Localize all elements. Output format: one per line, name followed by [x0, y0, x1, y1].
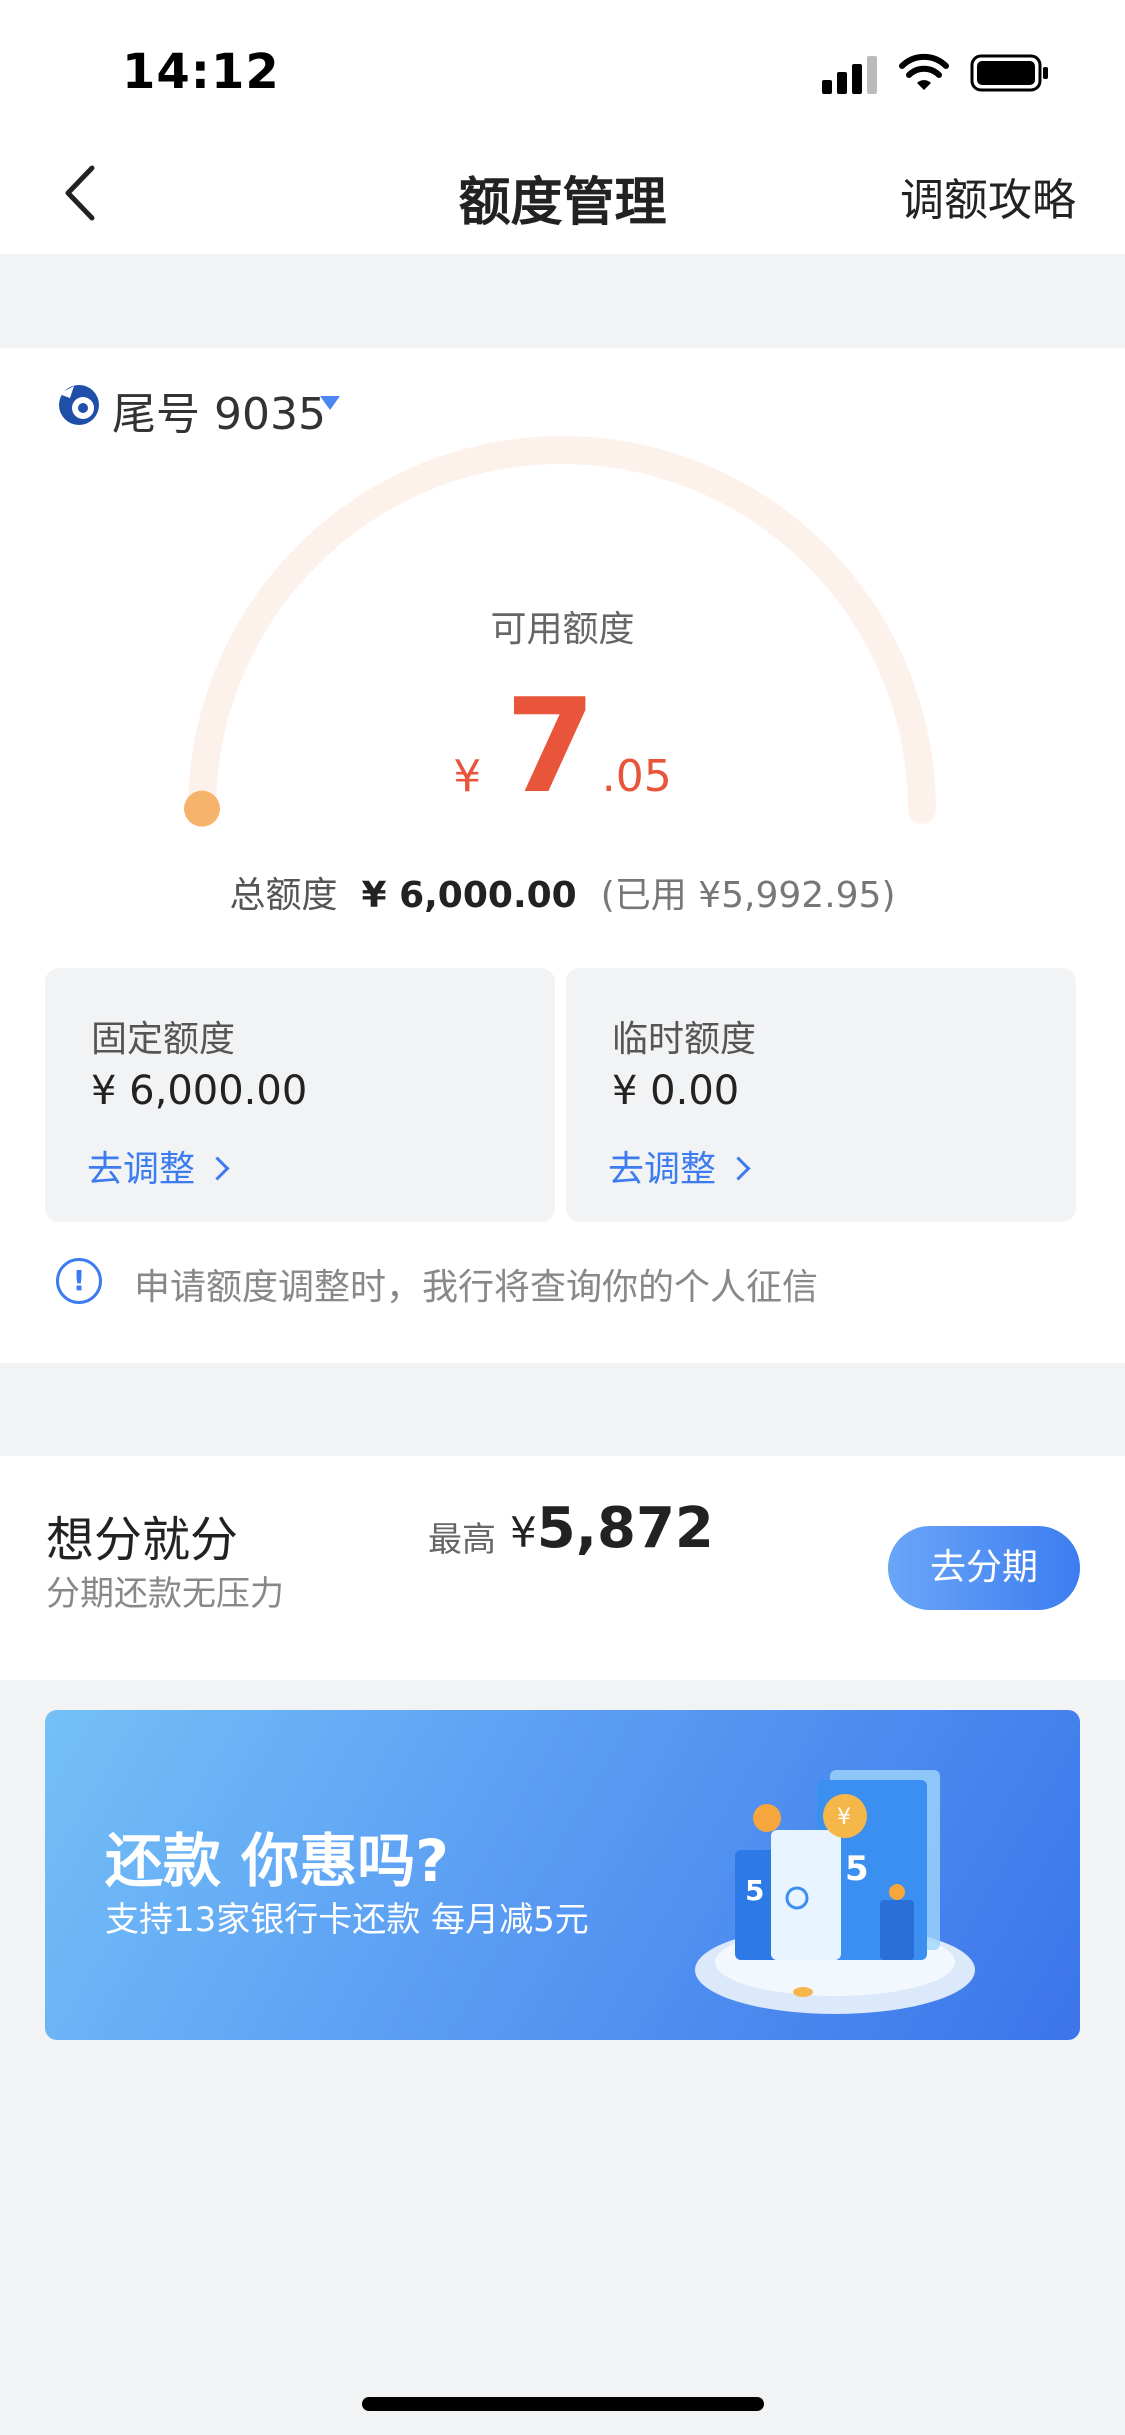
home-indicator — [362, 2397, 764, 2411]
repayment-promo-banner[interactable]: 还款 你惠吗? 支持13家银行卡还款 每月减5元 ¥ 5 5 — [45, 1710, 1080, 2040]
fixed-limit-title: 固定额度 — [91, 1019, 236, 1060]
installment-max-amount: ¥5,872 — [510, 1496, 714, 1561]
adjust-fixed-link[interactable]: 去调整 — [87, 1140, 230, 1192]
bank-logo-icon — [59, 385, 99, 425]
svg-text:¥: ¥ — [837, 1805, 851, 1830]
go-installment-button[interactable]: 去分期 — [888, 1526, 1080, 1610]
dropdown-caret-icon[interactable] — [320, 396, 340, 410]
fixed-limit-value: ¥ 6,000.00 — [91, 1068, 308, 1114]
cellular-signal-icon — [822, 54, 878, 94]
info-icon: ! — [56, 1258, 102, 1304]
wifi-icon — [899, 53, 949, 90]
temporary-limit-title: 临时额度 — [612, 1019, 757, 1060]
battery-icon — [970, 54, 1048, 92]
available-integer: 7 — [505, 670, 596, 822]
installment-max-value: 5,872 — [536, 1496, 714, 1561]
available-limit-label: 可用额度 — [490, 609, 635, 650]
coupon-cards-illustration: ¥ 5 5 — [695, 1770, 975, 2014]
fixed-limit-box: 固定额度 ¥ 6,000.00 去调整 — [45, 968, 555, 1222]
temporary-limit-value: ¥ 0.00 — [612, 1068, 740, 1114]
temporary-limit-box: 临时额度 ¥ 0.00 去调整 — [566, 968, 1076, 1222]
available-amount: ¥7.05 — [0, 670, 1125, 822]
banner-title: 还款 你惠吗? — [105, 1827, 449, 1895]
chevron-right-icon — [726, 1156, 751, 1181]
adjust-temporary-label: 去调整 — [608, 1149, 717, 1190]
installment-max-currency: ¥ — [510, 1508, 537, 1557]
adjust-fixed-label: 去调整 — [87, 1149, 196, 1190]
total-limit-label: 总额度 — [229, 875, 338, 916]
chevron-right-icon — [205, 1156, 230, 1181]
banner-subtitle: 支持13家银行卡还款 每月减5元 — [105, 1900, 589, 1940]
credit-check-notice: 申请额度调整时，我行将查询你的个人征信 — [134, 1267, 819, 1308]
available-decimal: .05 — [601, 751, 672, 802]
available-currency: ¥ — [453, 751, 482, 802]
status-time: 14:12 — [122, 44, 280, 100]
adjust-temporary-link[interactable]: 去调整 — [608, 1140, 751, 1192]
total-limit-row: 总额度 ¥ 6,000.00 (已用 ¥5,992.95) — [0, 866, 1125, 918]
total-limit-value: ¥ 6,000.00 — [361, 875, 577, 916]
svg-text:5: 5 — [845, 1849, 869, 1889]
installment-max-label: 最高 — [428, 1520, 496, 1560]
installment-title: 想分就分 — [46, 1512, 239, 1568]
used-amount: (已用 ¥5,992.95) — [600, 875, 896, 916]
svg-text:5: 5 — [745, 1874, 764, 1907]
adjust-strategy-link[interactable]: 调额攻略 — [900, 164, 1076, 228]
installment-subtitle: 分期还款无压力 — [46, 1574, 284, 1614]
